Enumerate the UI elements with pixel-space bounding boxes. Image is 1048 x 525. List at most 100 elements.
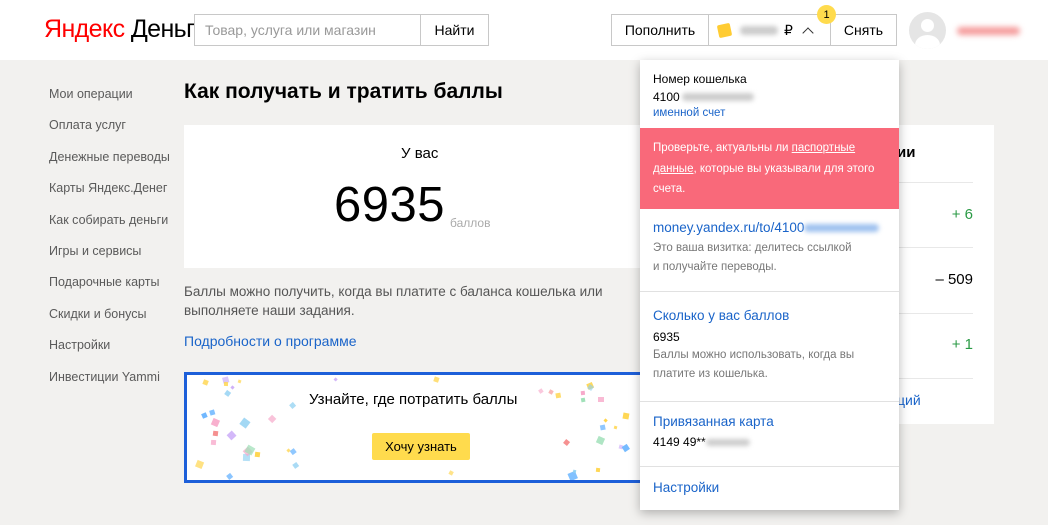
- currency-symbol: ₽: [784, 21, 793, 38]
- divider: [640, 401, 899, 402]
- confetti-piece: [580, 390, 585, 395]
- confetti-piece: [433, 376, 439, 383]
- confetti-piece: [194, 460, 205, 470]
- operations-card: ии + 6 – 509 + 1 ций: [897, 125, 994, 424]
- confetti-piece: [548, 389, 554, 396]
- promo-title: Узнайте, где потратить баллы: [309, 391, 518, 408]
- notification-badge[interactable]: 1: [817, 5, 836, 24]
- wallet-url-prefix: money.yandex.ru/to/4100: [653, 220, 805, 235]
- confetti-piece: [202, 379, 210, 387]
- username-hidden[interactable]: [957, 27, 1020, 35]
- topup-button[interactable]: Пополнить: [611, 14, 709, 46]
- wallet-icon: [716, 22, 733, 38]
- card-url-section: money.yandex.ru/to/4100 Это ваша визитка…: [653, 220, 880, 276]
- linked-card-link[interactable]: Привязанная карта: [653, 414, 774, 429]
- confetti-piece: [223, 390, 232, 398]
- linked-card-section: Привязанная карта 4149 49**: [653, 414, 774, 449]
- confetti-piece: [603, 418, 609, 424]
- sidebar-item-gift-cards[interactable]: Подарочные карты: [49, 274, 170, 305]
- header: Яндекс Деньги Найти Пополнить ₽ 1 Снять: [0, 0, 1048, 60]
- confetti-piece: [292, 462, 300, 470]
- confetti-piece: [225, 472, 234, 480]
- confetti-piece: [209, 409, 215, 416]
- promo-button[interactable]: Хочу узнать: [372, 433, 470, 460]
- confetti-piece: [239, 417, 251, 429]
- alert-text: Проверьте, актуальны ли: [653, 142, 792, 154]
- linked-card-prefix: 4149 49**: [653, 435, 706, 449]
- promo-banner: Узнайте, где потратить баллы Хочу узнать: [184, 372, 644, 483]
- confetti-piece: [572, 469, 577, 474]
- confetti-piece: [289, 402, 297, 410]
- dropdown-settings-link[interactable]: Настройки: [653, 480, 719, 495]
- confetti-piece: [255, 452, 261, 458]
- confetti-piece: [622, 412, 629, 419]
- withdraw-button[interactable]: Снять: [830, 14, 897, 46]
- operation-amount: + 6: [951, 206, 973, 223]
- confetti-piece: [223, 381, 228, 386]
- divider: [640, 466, 899, 467]
- confetti-piece: [599, 424, 606, 431]
- confetti-piece: [563, 438, 571, 446]
- points-unit: баллов: [450, 216, 491, 230]
- wallet-balance-toggle[interactable]: ₽: [708, 14, 831, 46]
- sidebar-item-discounts[interactable]: Скидки и бонусы: [49, 306, 170, 337]
- sidebar-item-settings[interactable]: Настройки: [49, 337, 170, 368]
- divider: [640, 291, 899, 292]
- chevron-up-icon: [802, 26, 814, 39]
- divider: [897, 313, 973, 314]
- confetti-piece: [622, 444, 631, 453]
- confetti-piece: [226, 430, 237, 441]
- sidebar-item-transfers[interactable]: Денежные переводы: [49, 149, 170, 180]
- passport-alert: Проверьте, актуальны ли паспортные данны…: [640, 128, 899, 209]
- confetti-piece: [613, 426, 618, 430]
- confetti-piece: [595, 467, 601, 473]
- divider: [897, 247, 973, 248]
- search-button[interactable]: Найти: [420, 14, 489, 46]
- points-link[interactable]: Сколько у вас баллов: [653, 308, 858, 323]
- sidebar-item-operations[interactable]: Мои операции: [49, 86, 170, 117]
- named-account-link[interactable]: именной счет: [653, 107, 754, 119]
- operations-card-link[interactable]: ций: [897, 392, 921, 408]
- wallet-url-hidden: [804, 223, 880, 232]
- confetti-piece: [580, 397, 586, 403]
- confetti-piece: [201, 412, 208, 420]
- avatar[interactable]: [909, 12, 946, 49]
- search-input[interactable]: [194, 14, 420, 46]
- points-value-small: 6935: [653, 330, 680, 344]
- points-card-heading: У вас: [401, 145, 439, 162]
- logo-brand: Яндекс: [44, 15, 125, 43]
- points-section: Сколько у вас баллов 6935 Баллы можно ис…: [653, 308, 858, 383]
- confetti-piece: [289, 448, 297, 455]
- sidebar: Мои операции Оплата услуг Денежные перев…: [49, 86, 170, 400]
- confetti-piece: [448, 470, 454, 477]
- divider: [897, 182, 973, 183]
- wallet-url-link[interactable]: money.yandex.ru/to/4100: [653, 220, 880, 235]
- page-title: Как получать и тратить баллы: [184, 80, 503, 103]
- operations-card-heading: ии: [897, 144, 916, 161]
- sidebar-item-cards[interactable]: Карты Яндекс.Денег: [49, 180, 170, 211]
- confetti-piece: [333, 377, 339, 382]
- confetti-piece: [229, 385, 235, 390]
- confetti-piece: [556, 392, 562, 398]
- divider: [897, 378, 973, 379]
- confetti-piece: [210, 417, 220, 427]
- program-details-link[interactable]: Подробности о программе: [184, 333, 356, 349]
- sidebar-item-investments[interactable]: Инвестиции Yammi: [49, 369, 170, 400]
- settings-section: Настройки: [653, 480, 719, 495]
- sidebar-item-fundraising[interactable]: Как собирать деньги: [49, 212, 170, 243]
- points-description: Баллы можно использовать, когда вы плати…: [653, 349, 855, 380]
- operation-amount: – 509: [935, 271, 973, 288]
- sidebar-item-payments[interactable]: Оплата услуг: [49, 117, 170, 148]
- wallet-number: 4100: [653, 90, 754, 104]
- sidebar-item-games[interactable]: Игры и сервисы: [49, 243, 170, 274]
- balance-amount-hidden: [740, 25, 778, 35]
- avatar-shoulders: [915, 35, 940, 49]
- linked-card-number: 4149 49**: [653, 435, 774, 449]
- wallet-number-section: Номер кошелька 4100 именной счет: [653, 72, 754, 119]
- confetti-piece: [595, 435, 605, 445]
- wallet-number-prefix: 4100: [653, 90, 680, 104]
- logo[interactable]: Яндекс Деньги: [44, 15, 209, 44]
- wallet-number-hidden: [681, 93, 754, 101]
- confetti-piece: [212, 430, 219, 437]
- confetti-piece: [538, 387, 544, 394]
